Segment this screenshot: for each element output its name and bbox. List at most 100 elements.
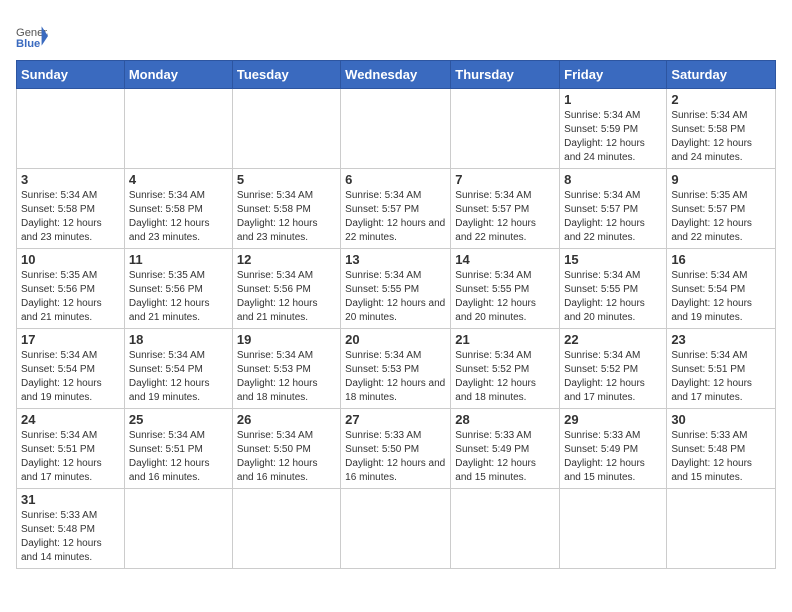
calendar-cell [560,489,667,569]
day-info: Sunrise: 5:34 AM Sunset: 5:54 PM Dayligh… [129,349,228,405]
weekday-header-wednesday: Wednesday [341,61,451,89]
calendar-cell [451,489,560,569]
calendar-header: SundayMondayTuesdayWednesdayThursdayFrid… [17,61,776,89]
calendar-cell: 4Sunrise: 5:34 AM Sunset: 5:58 PM Daylig… [124,169,232,249]
svg-text:Blue: Blue [16,38,40,50]
calendar-cell: 23 Sunrise: 5:34 AM Sunset: 5:51 PM Dayli… [667,329,776,409]
day-info: Sunrise: 5:33 AM Sunset: 5:50 PM Dayligh… [345,429,446,485]
weekday-header-row: SundayMondayTuesdayWednesdayThursdayFrid… [17,61,776,89]
day-number: 23 [671,332,771,347]
day-info: Sunrise: 5:34 AM Sunset: 5:53 PM Dayligh… [345,349,446,405]
calendar-cell [124,89,232,169]
day-number: 26 [237,412,336,427]
day-info: Sunrise: 5:34 AM Sunset: 5:57 PM Dayligh… [564,189,662,245]
calendar-week-4: 17 Sunrise: 5:34 AM Sunset: 5:54 PM Dayli… [17,329,776,409]
calendar-body: 1 Sunrise: 5:34 AM Sunset: 5:59 PM Daylig… [17,89,776,569]
day-number: 28 [455,412,555,427]
day-number: 20 [345,332,446,347]
calendar-cell: 18 Sunrise: 5:34 AM Sunset: 5:54 PM Dayli… [124,329,232,409]
day-number: 15 [564,252,662,267]
day-number: 18 [129,332,228,347]
day-info: Sunrise: 5:34 AM Sunset: 5:51 PM Dayligh… [671,349,771,405]
weekday-header-monday: Monday [124,61,232,89]
day-info: Sunrise: 5:34 AM Sunset: 5:56 PM Dayligh… [237,269,336,325]
day-info: Sunrise: 5:33 AM Sunset: 5:48 PM Dayligh… [671,429,771,485]
day-number: 5 [237,172,336,187]
weekday-header-sunday: Sunday [17,61,125,89]
day-number: 12 [237,252,336,267]
day-number: 10 [21,252,120,267]
day-info: Sunrise: 5:34 AM Sunset: 5:50 PM Dayligh… [237,429,336,485]
day-info: Sunrise: 5:35 AM Sunset: 5:56 PM Dayligh… [21,269,120,325]
calendar-cell [451,89,560,169]
day-info: Sunrise: 5:34 AM Sunset: 5:55 PM Dayligh… [564,269,662,325]
day-info: Sunrise: 5:34 AM Sunset: 5:52 PM Dayligh… [564,349,662,405]
calendar-cell: 28Sunrise: 5:33 AM Sunset: 5:49 PM Dayli… [451,409,560,489]
weekday-header-friday: Friday [560,61,667,89]
calendar-cell [124,489,232,569]
calendar-cell: 15 Sunrise: 5:34 AM Sunset: 5:55 PM Dayli… [560,249,667,329]
day-info: Sunrise: 5:33 AM Sunset: 5:49 PM Dayligh… [564,429,662,485]
calendar-cell: 30 Sunrise: 5:33 AM Sunset: 5:48 PM Dayli… [667,409,776,489]
day-number: 8 [564,172,662,187]
calendar-cell: 5 Sunrise: 5:34 AM Sunset: 5:58 PM Daylig… [232,169,340,249]
day-number: 11 [129,252,228,267]
calendar-cell: 22 Sunrise: 5:34 AM Sunset: 5:52 PM Dayli… [560,329,667,409]
calendar-cell: 20 Sunrise: 5:34 AM Sunset: 5:53 PM Dayli… [341,329,451,409]
calendar-cell: 11 Sunrise: 5:35 AM Sunset: 5:56 PM Dayli… [124,249,232,329]
calendar-cell [341,489,451,569]
day-info: Sunrise: 5:34 AM Sunset: 5:58 PM Dayligh… [237,189,336,245]
calendar-cell: 3 Sunrise: 5:34 AM Sunset: 5:58 PM Daylig… [17,169,125,249]
calendar-cell: 19 Sunrise: 5:34 AM Sunset: 5:53 PM Dayli… [232,329,340,409]
day-number: 2 [671,92,771,107]
calendar-cell: 6Sunrise: 5:34 AM Sunset: 5:57 PM Daylig… [341,169,451,249]
calendar-cell: 25 Sunrise: 5:34 AM Sunset: 5:51 PM Dayli… [124,409,232,489]
calendar-cell: 13Sunrise: 5:34 AM Sunset: 5:55 PM Dayli… [341,249,451,329]
day-number: 9 [671,172,771,187]
calendar-cell: 8 Sunrise: 5:34 AM Sunset: 5:57 PM Daylig… [560,169,667,249]
day-info: Sunrise: 5:35 AM Sunset: 5:57 PM Dayligh… [671,189,771,245]
calendar-cell [17,89,125,169]
day-info: Sunrise: 5:34 AM Sunset: 5:54 PM Dayligh… [21,349,120,405]
calendar-week-1: 1 Sunrise: 5:34 AM Sunset: 5:59 PM Daylig… [17,89,776,169]
day-info: Sunrise: 5:34 AM Sunset: 5:53 PM Dayligh… [237,349,336,405]
day-info: Sunrise: 5:34 AM Sunset: 5:52 PM Dayligh… [455,349,555,405]
day-number: 17 [21,332,120,347]
weekday-header-tuesday: Tuesday [232,61,340,89]
day-number: 22 [564,332,662,347]
calendar-week-3: 10 Sunrise: 5:35 AM Sunset: 5:56 PM Dayli… [17,249,776,329]
logo-icon: General Blue [16,20,48,52]
calendar-week-5: 24 Sunrise: 5:34 AM Sunset: 5:51 PM Dayli… [17,409,776,489]
day-info: Sunrise: 5:34 AM Sunset: 5:59 PM Dayligh… [564,109,662,165]
day-info: Sunrise: 5:35 AM Sunset: 5:56 PM Dayligh… [129,269,228,325]
day-number: 1 [564,92,662,107]
day-info: Sunrise: 5:34 AM Sunset: 5:58 PM Dayligh… [21,189,120,245]
day-number: 29 [564,412,662,427]
calendar-cell: 1 Sunrise: 5:34 AM Sunset: 5:59 PM Daylig… [560,89,667,169]
calendar-cell [341,89,451,169]
calendar-cell: 29 Sunrise: 5:33 AM Sunset: 5:49 PM Dayli… [560,409,667,489]
header: General Blue [16,16,776,52]
day-number: 4 [129,172,228,187]
calendar-cell [667,489,776,569]
day-number: 16 [671,252,771,267]
calendar-cell: 7Sunrise: 5:34 AM Sunset: 5:57 PM Daylig… [451,169,560,249]
calendar-week-2: 3 Sunrise: 5:34 AM Sunset: 5:58 PM Daylig… [17,169,776,249]
day-number: 6 [345,172,446,187]
day-info: Sunrise: 5:34 AM Sunset: 5:57 PM Dayligh… [455,189,555,245]
day-number: 3 [21,172,120,187]
calendar-cell [232,89,340,169]
day-number: 30 [671,412,771,427]
calendar-cell: 10 Sunrise: 5:35 AM Sunset: 5:56 PM Dayli… [17,249,125,329]
day-info: Sunrise: 5:34 AM Sunset: 5:51 PM Dayligh… [21,429,120,485]
day-info: Sunrise: 5:34 AM Sunset: 5:55 PM Dayligh… [345,269,446,325]
day-number: 25 [129,412,228,427]
day-number: 21 [455,332,555,347]
day-info: Sunrise: 5:34 AM Sunset: 5:51 PM Dayligh… [129,429,228,485]
calendar-cell: 14Sunrise: 5:34 AM Sunset: 5:55 PM Dayli… [451,249,560,329]
day-number: 19 [237,332,336,347]
day-number: 24 [21,412,120,427]
calendar-cell: 2Sunrise: 5:34 AM Sunset: 5:58 PM Daylig… [667,89,776,169]
calendar-cell: 21 Sunrise: 5:34 AM Sunset: 5:52 PM Dayli… [451,329,560,409]
weekday-header-saturday: Saturday [667,61,776,89]
